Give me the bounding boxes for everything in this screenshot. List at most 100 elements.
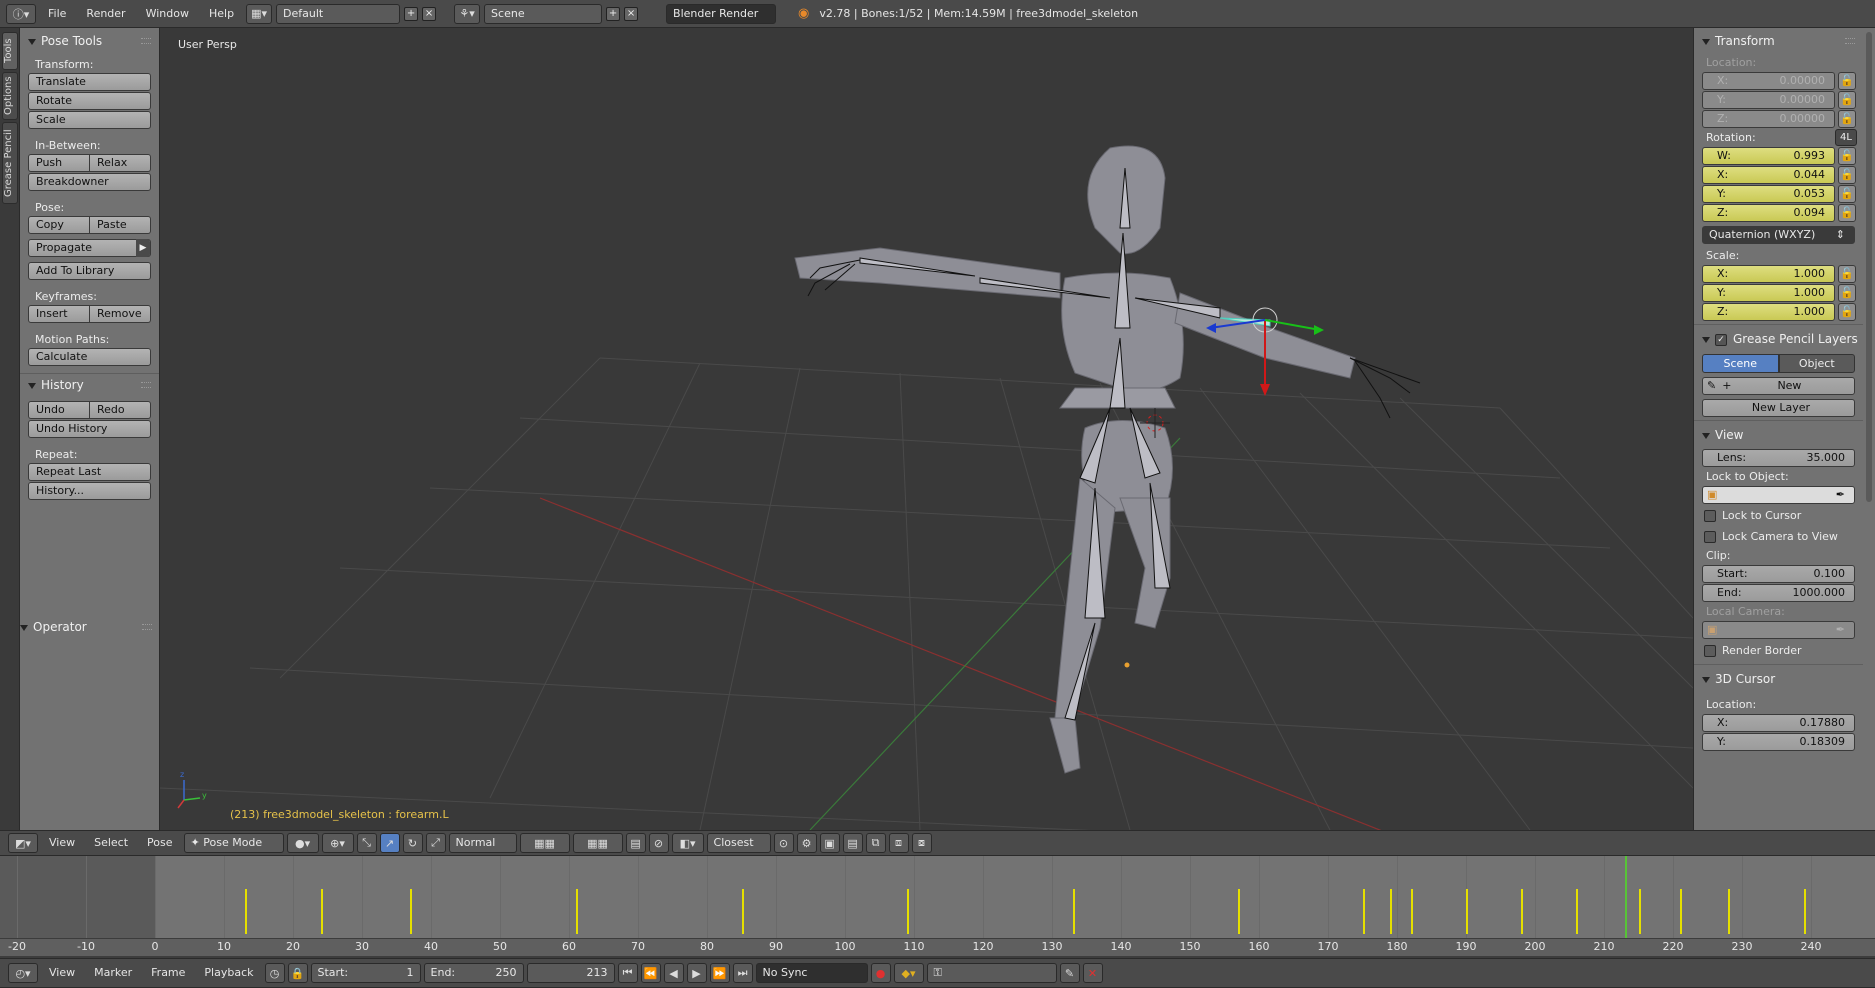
rotate-manipulator-icon[interactable]: ↻ xyxy=(402,833,423,853)
grease-pencil-toggle-checkbox[interactable]: ✓ xyxy=(1715,333,1727,346)
rotate-button[interactable]: Rotate xyxy=(28,92,151,110)
lock-icon[interactable]: 🔓 xyxy=(1838,166,1856,184)
keyframe-marker[interactable] xyxy=(320,889,323,934)
layers-grid-icon-2[interactable]: ▦▦ xyxy=(572,833,623,853)
menu-help[interactable]: Help xyxy=(201,0,242,28)
redo-button[interactable]: Redo xyxy=(90,401,151,419)
location-z-field[interactable]: Z: 0.00000 🔓 xyxy=(1702,110,1856,128)
manipulator-toggle-icon[interactable]: ⤡ xyxy=(356,833,377,853)
rotation-y-field[interactable]: Y: 0.053 🔓 xyxy=(1702,185,1856,203)
lock-object-field[interactable]: ▣ ✒ xyxy=(1702,486,1855,504)
current-frame-field[interactable]: 213 xyxy=(526,963,615,983)
relax-button[interactable]: Relax xyxy=(90,154,151,172)
record-icon[interactable]: ● xyxy=(870,963,891,983)
remove-layout-icon[interactable]: × xyxy=(422,6,437,21)
panel-grip-icon[interactable] xyxy=(1845,38,1855,44)
keyframe-marker[interactable] xyxy=(244,889,247,934)
scale-button[interactable]: Scale xyxy=(28,111,151,129)
tab-grease-pencil[interactable]: Grease Pencil xyxy=(2,122,18,204)
lock-icon[interactable]: 🔓 xyxy=(1838,91,1856,109)
undo-button[interactable]: Undo xyxy=(28,401,90,419)
menu-window[interactable]: Window xyxy=(138,0,197,28)
history-panel-header[interactable]: History xyxy=(20,373,159,395)
play-icon[interactable]: ▶ xyxy=(686,963,707,983)
render-border-checkbox[interactable] xyxy=(1704,645,1716,657)
scale-z-field[interactable]: Z: 1.000 🔓 xyxy=(1702,303,1856,321)
add-layout-icon[interactable]: + xyxy=(404,6,419,21)
screen-layout-icon[interactable]: ▦▾ xyxy=(246,3,273,24)
lock-camera-to-view-row[interactable]: Lock Camera to View xyxy=(1694,526,1863,547)
scale-x-field[interactable]: X: 1.000 🔓 xyxy=(1702,265,1856,283)
local-camera-field[interactable]: ▣ ✒ xyxy=(1702,621,1855,639)
paste-pose-icon[interactable]: ⧈ xyxy=(888,833,909,853)
scene-icon[interactable]: ⚘▾ xyxy=(454,3,481,24)
lock-icon[interactable]: 🔓 xyxy=(1838,303,1856,321)
panel-grip-icon[interactable] xyxy=(142,624,152,630)
menu-file[interactable]: File xyxy=(40,0,74,28)
keyframe-marker[interactable] xyxy=(1072,889,1075,934)
delete-keyframe-icon[interactable]: ✕ xyxy=(1082,963,1103,983)
current-frame-indicator[interactable] xyxy=(1624,856,1627,938)
jump-to-keyframe-back-icon[interactable]: ⏪ xyxy=(640,963,661,983)
keying-set-field[interactable]: ⚿ xyxy=(926,963,1057,983)
gp-scene-tab[interactable]: Scene xyxy=(1702,354,1779,373)
menu-render[interactable]: Render xyxy=(78,0,133,28)
breakdowner-button[interactable]: Breakdowner xyxy=(28,173,151,191)
3d-viewport[interactable]: z y User Persp (213) free3dmodel_skeleto… xyxy=(160,28,1693,830)
scale-y-field[interactable]: Y: 1.000 🔓 xyxy=(1702,284,1856,302)
lock-to-cursor-checkbox[interactable] xyxy=(1704,510,1716,522)
menu-marker[interactable]: Marker xyxy=(86,959,140,987)
snap-options-icon[interactable]: ⚙ xyxy=(796,833,817,853)
end-frame-field[interactable]: End: 250 xyxy=(423,963,524,983)
keyframe-marker[interactable] xyxy=(1238,889,1241,934)
bone-layers-icon[interactable]: ▤ xyxy=(625,833,646,853)
dropdown-arrow-icon[interactable]: ▶ xyxy=(136,239,150,257)
transform-orientation-select[interactable]: Normal xyxy=(448,833,517,853)
rotation-x-field[interactable]: X: 0.044 🔓 xyxy=(1702,166,1856,184)
rotation-4l-button[interactable]: 4L xyxy=(1835,129,1857,146)
insert-keyframe-button[interactable]: Insert xyxy=(28,305,90,323)
render-preview-icon[interactable]: ▣ xyxy=(819,833,840,853)
pivot-point-icon[interactable]: ⊕▾ xyxy=(321,833,354,853)
panel-grip-icon[interactable] xyxy=(141,382,151,388)
jump-to-start-icon[interactable]: ⏮ xyxy=(617,963,638,983)
keyframe-marker[interactable] xyxy=(1466,889,1468,934)
screen-layout-field[interactable]: Default xyxy=(276,3,401,24)
keyframe-marker[interactable] xyxy=(741,889,744,934)
translate-button[interactable]: Translate xyxy=(28,73,151,91)
snap-element-icon[interactable]: ◧▾ xyxy=(671,833,704,853)
new-layer-button[interactable]: New Layer xyxy=(1702,399,1855,417)
keyframe-marker[interactable] xyxy=(907,889,910,934)
add-scene-icon[interactable]: + xyxy=(606,6,621,21)
paste-pose-button[interactable]: Paste xyxy=(90,216,151,234)
insert-keyframe-icon[interactable]: ✎ xyxy=(1059,963,1080,983)
timeline-editor[interactable]: -20 -10 0 10 20 30 40 50 60 70 80 90 100 110 120 130 140… xyxy=(0,856,1875,956)
repeat-last-button[interactable]: Repeat Last xyxy=(28,463,151,481)
keyframe-marker[interactable] xyxy=(1638,889,1641,934)
lens-field[interactable]: Lens: 35.000 xyxy=(1702,449,1855,467)
layers-grid-icon[interactable]: ▦▦ xyxy=(519,833,570,853)
undo-history-button[interactable]: Undo History xyxy=(28,420,151,438)
paste-flipped-pose-icon[interactable]: ⧇ xyxy=(911,833,932,853)
copy-pose-button[interactable]: Copy xyxy=(28,216,90,234)
keying-icon[interactable]: ◆▾ xyxy=(893,963,924,983)
push-button[interactable]: Push xyxy=(28,154,90,172)
keyframe-marker[interactable] xyxy=(1679,889,1682,934)
viewport-scene[interactable]: z y xyxy=(160,28,1693,830)
location-x-field[interactable]: X: 0.00000 🔓 xyxy=(1702,72,1856,90)
3d-cursor-panel-header[interactable]: 3D Cursor xyxy=(1694,668,1863,690)
menu-view[interactable]: View xyxy=(41,829,83,857)
render-animation-icon[interactable]: ▤ xyxy=(842,833,863,853)
lock-camera-checkbox[interactable] xyxy=(1704,531,1716,543)
remove-keyframe-button[interactable]: Remove xyxy=(90,305,151,323)
history-button[interactable]: History... xyxy=(28,482,151,500)
cursor-x-field[interactable]: X: 0.17880 xyxy=(1702,714,1855,732)
lock-icon[interactable]: 🔓 xyxy=(1838,110,1856,128)
menu-view[interactable]: View xyxy=(41,959,83,987)
gp-object-tab[interactable]: Object xyxy=(1778,354,1855,373)
rotation-w-field[interactable]: W: 0.993 🔓 xyxy=(1702,147,1856,165)
scrollbar-thumb[interactable] xyxy=(1866,32,1872,502)
tab-options[interactable]: Options xyxy=(2,72,18,120)
add-to-library-button[interactable]: Add To Library xyxy=(28,262,151,280)
info-editor-type-icon[interactable]: ⓘ▾ xyxy=(6,3,36,24)
